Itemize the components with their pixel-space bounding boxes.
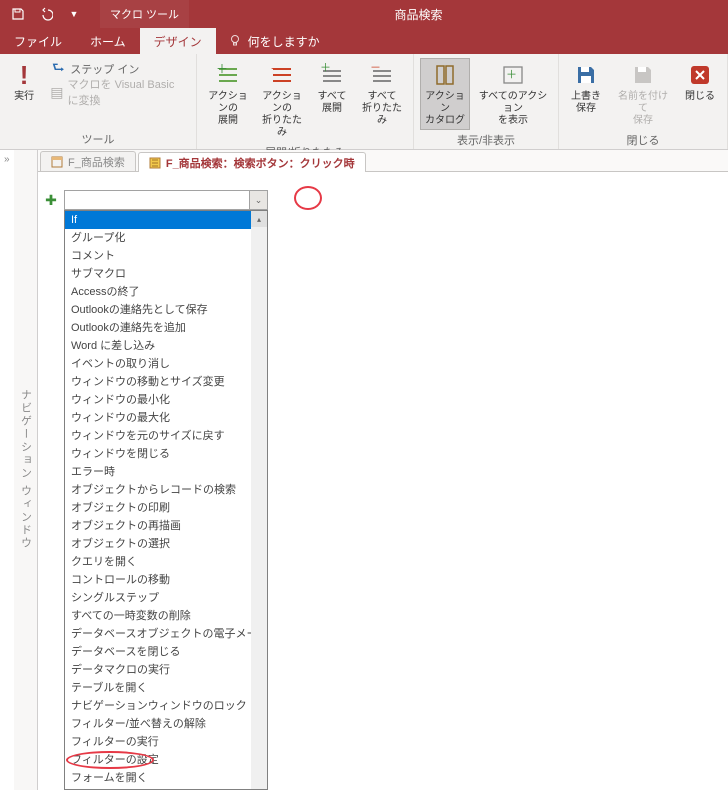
dropdown-item[interactable]: Outlookの連絡先を追加: [65, 319, 267, 337]
minus-collapse-icon: －: [268, 61, 296, 89]
convert-vb-button[interactable]: ▤ マクロを Visual Basic に変換: [46, 81, 190, 103]
save-as-icon: [629, 61, 657, 89]
action-catalog-button[interactable]: アクション カタログ: [420, 58, 470, 130]
navigation-pane[interactable]: ナビゲーション ウィンドウ: [14, 150, 38, 790]
dropdown-item[interactable]: ウィンドウを元のサイズに戻す: [65, 427, 267, 445]
navpane-expand-chevron[interactable]: »: [0, 150, 14, 169]
run-button[interactable]: ! 実行: [6, 58, 42, 106]
titlebar: ▼ マクロ ツール 商品検索: [0, 0, 728, 28]
dropdown-item[interactable]: テーブルを開く: [65, 679, 267, 697]
tell-me[interactable]: 何をしますか: [216, 28, 320, 54]
group-label-show: 表示/非表示: [420, 130, 552, 148]
step-in-icon: ⮑: [50, 61, 66, 77]
ribbon-group-show: アクション カタログ ＋ すべてのアクション を表示 表示/非表示: [414, 54, 559, 149]
dropdown-item[interactable]: グループ化: [65, 229, 267, 247]
save-button[interactable]: 上書き 保存: [565, 58, 607, 118]
dropdown-item[interactable]: データベースを閉じる: [65, 643, 267, 661]
navigation-pane-label: ナビゲーション ウィンドウ: [18, 389, 34, 550]
dropdown-item[interactable]: フィルターの実行: [65, 733, 267, 751]
tab-macro-design[interactable]: F_商品検索：検索ボタン：クリック時: [138, 152, 366, 172]
dropdown-item[interactable]: Outlookの連絡先として保存: [65, 301, 267, 319]
dropdown-item[interactable]: クエリを開く: [65, 553, 267, 571]
exclamation-icon: !: [10, 61, 38, 89]
dropdown-item[interactable]: Word に差し込み: [65, 337, 267, 355]
qat-more-icon[interactable]: ▼: [64, 4, 84, 24]
action-combobox[interactable]: ⌄: [64, 190, 268, 210]
plus-expand-icon: ＋: [214, 61, 242, 89]
expand-actions-button[interactable]: ＋ アクションの 展開: [203, 58, 253, 130]
dropdown-item[interactable]: コメント: [65, 247, 267, 265]
macro-canvas: ✚ ⌄ Ifグループ化コメントサブマクロAccessの終了Outlookの連絡先…: [38, 172, 728, 790]
save-icon[interactable]: [8, 4, 28, 24]
group-label-close: 閉じる: [565, 130, 721, 148]
document-tabs: F_商品検索 F_商品検索：検索ボタン：クリック時: [38, 150, 728, 172]
window-title: 商品検索: [189, 6, 728, 23]
tab-file[interactable]: ファイル: [0, 28, 76, 54]
close-x-icon: [686, 61, 714, 89]
expand-all-button[interactable]: ＋ すべて 展開: [311, 58, 353, 118]
collapse-all-icon: －: [368, 61, 396, 89]
macro-icon: [149, 157, 161, 169]
dropdown-item[interactable]: イベントの取り消し: [65, 355, 267, 373]
tab-home[interactable]: ホーム: [76, 28, 140, 54]
chevron-down-icon[interactable]: ⌄: [249, 191, 267, 209]
show-all-icon: ＋: [499, 61, 527, 89]
dropdown-item[interactable]: ウィンドウの最大化: [65, 409, 267, 427]
dropdown-item[interactable]: ウィンドウの最小化: [65, 391, 267, 409]
undo-icon[interactable]: [36, 4, 56, 24]
svg-text:＋: ＋: [320, 63, 331, 74]
dropdown-item[interactable]: エラー時: [65, 463, 267, 481]
dropdown-item[interactable]: データマクロの実行: [65, 661, 267, 679]
dropdown-item[interactable]: すべての一時変数の削除: [65, 607, 267, 625]
vb-icon: ▤: [50, 84, 63, 100]
dropdown-item[interactable]: オブジェクトからレコードの検索: [65, 481, 267, 499]
ribbon-group-expand: ＋ アクションの 展開 － アクションの 折りたたみ ＋ すべて 展開 －: [197, 54, 414, 149]
form-icon: [51, 156, 63, 168]
dropdown-item[interactable]: If: [65, 211, 267, 229]
dropdown-item[interactable]: ウィンドウの移動とサイズ変更: [65, 373, 267, 391]
dropdown-item[interactable]: フィルター/並べ替えの解除: [65, 715, 267, 733]
tab-design[interactable]: デザイン: [140, 28, 216, 54]
ribbon-group-tools: ! 実行 ⮑ ステップ イン ▤ マクロを Visual Basic に変換 ツ…: [0, 54, 197, 149]
dropdown-item[interactable]: データベースオブジェクトの電子メール送信: [65, 625, 267, 643]
tab-macro-label: F_商品検索：検索ボタン：クリック時: [166, 155, 355, 171]
menubar: ファイル ホーム デザイン 何をしますか: [0, 28, 728, 54]
dropdown-item[interactable]: サブマクロ: [65, 265, 267, 283]
svg-text:＋: ＋: [506, 69, 517, 81]
scrollbar[interactable]: ▴: [251, 211, 267, 789]
svg-text:－: －: [270, 63, 282, 76]
action-dropdown-list[interactable]: Ifグループ化コメントサブマクロAccessの終了Outlookの連絡先として保…: [64, 210, 268, 790]
dropdown-item[interactable]: ウィンドウを閉じる: [65, 445, 267, 463]
add-action-icon[interactable]: ✚: [44, 192, 58, 209]
dropdown-item[interactable]: フォームを開く: [65, 769, 267, 787]
dropdown-item[interactable]: シングルステップ: [65, 589, 267, 607]
dropdown-item[interactable]: オブジェクトの印刷: [65, 499, 267, 517]
save-as-button[interactable]: 名前を付けて 保存: [611, 58, 675, 130]
tab-form-design[interactable]: F_商品検索: [40, 151, 136, 171]
tab-form-label: F_商品検索: [68, 154, 125, 170]
svg-text:－: －: [370, 63, 381, 74]
close-button[interactable]: 閉じる: [679, 58, 721, 106]
dropdown-item[interactable]: コントロールの移動: [65, 571, 267, 589]
tell-me-label: 何をしますか: [248, 33, 320, 50]
ribbon: ! 実行 ⮑ ステップ イン ▤ マクロを Visual Basic に変換 ツ…: [0, 54, 728, 150]
show-all-actions-button[interactable]: ＋ すべてのアクション を表示: [474, 58, 552, 130]
catalog-icon: [431, 61, 459, 89]
dropdown-item[interactable]: Accessの終了: [65, 283, 267, 301]
ribbon-group-close: 上書き 保存 名前を付けて 保存 閉じる 閉じる: [559, 54, 728, 149]
dropdown-item[interactable]: オブジェクトの選択: [65, 535, 267, 553]
group-label-tools: ツール: [6, 129, 190, 147]
lightbulb-icon: [228, 34, 242, 48]
svg-text:＋: ＋: [216, 63, 228, 76]
dropdown-item[interactable]: オブジェクトの再描画: [65, 517, 267, 535]
save-disk-icon: [572, 61, 600, 89]
collapse-actions-button[interactable]: － アクションの 折りたたみ: [257, 58, 307, 142]
collapse-all-button[interactable]: － すべて 折りたたみ: [357, 58, 407, 130]
expand-all-icon: ＋: [318, 61, 346, 89]
dropdown-item[interactable]: ナビゲーションウィンドウのロック: [65, 697, 267, 715]
scroll-up-icon[interactable]: ▴: [251, 211, 267, 227]
dropdown-item[interactable]: フィルターの設定: [65, 751, 267, 769]
contextual-tab-label: マクロ ツール: [100, 0, 189, 28]
